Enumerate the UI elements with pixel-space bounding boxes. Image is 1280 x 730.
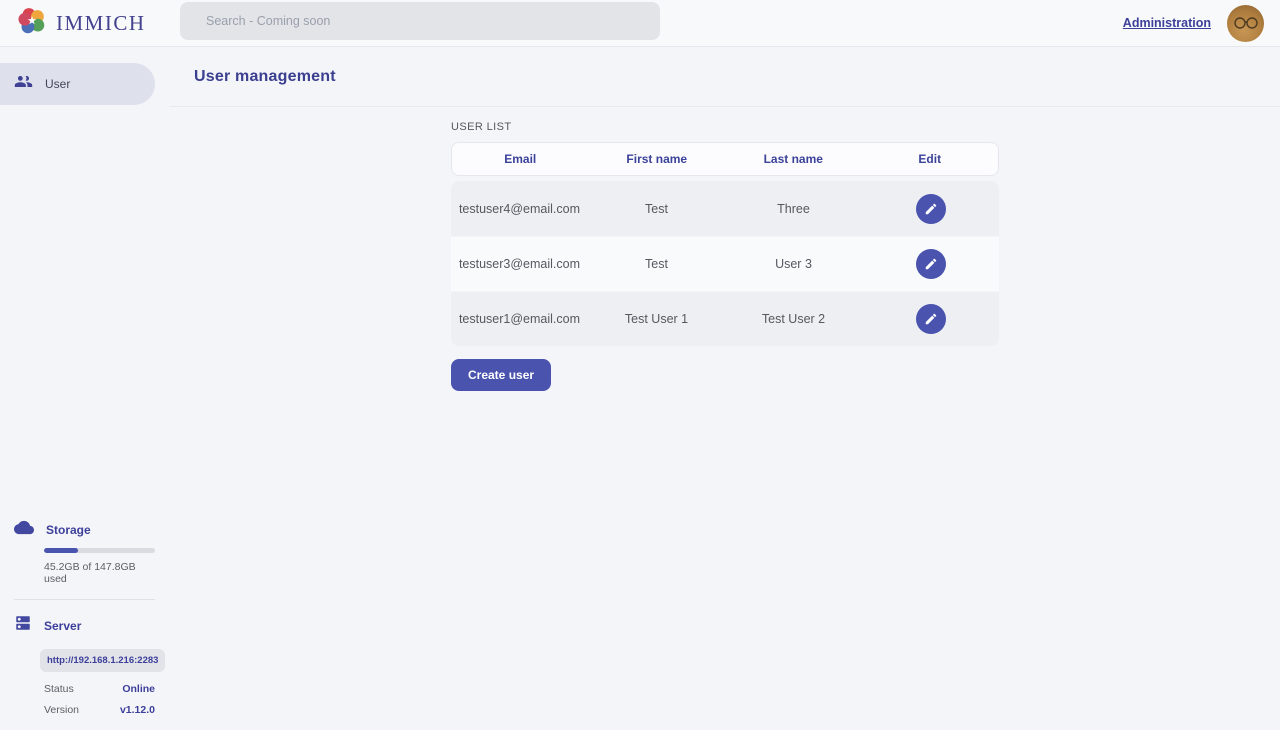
edit-user-button[interactable] — [916, 194, 946, 224]
administration-link[interactable]: Administration — [1123, 16, 1211, 30]
version-label: Version — [44, 704, 79, 716]
users-group-icon — [14, 72, 33, 96]
create-user-button[interactable]: Create user — [451, 359, 551, 391]
server-dns-icon — [14, 614, 32, 637]
server-title: Server — [44, 619, 81, 633]
cloud-icon — [14, 520, 34, 540]
immich-flower-icon — [16, 5, 48, 42]
page-header: User management — [170, 47, 1280, 107]
table-header: Email First name Last name Edit — [451, 142, 999, 176]
storage-progress-track — [44, 548, 155, 553]
status-value: Online — [122, 683, 155, 695]
sidebar: User Storage 45.2GB of 147.8GB used — [0, 47, 170, 730]
sidebar-divider — [14, 599, 155, 600]
storage-header: Storage — [14, 520, 155, 540]
cell-last-name: User 3 — [725, 257, 862, 271]
column-header-first-name: First name — [589, 152, 726, 166]
table-row: testuser3@email.com Test User 3 — [451, 236, 999, 291]
table-row: testuser4@email.com Test Three — [451, 181, 999, 236]
topbar-right: Administration — [1123, 5, 1264, 42]
cell-last-name: Three — [725, 202, 862, 216]
server-status-row: Status Online — [44, 683, 155, 695]
storage-title: Storage — [46, 523, 91, 537]
status-label: Status — [44, 683, 74, 695]
sidebar-bottom: Storage 45.2GB of 147.8GB used Server ht… — [0, 520, 155, 716]
top-bar: IMMICH Administration — [0, 0, 1280, 47]
cell-email: testuser3@email.com — [451, 257, 588, 271]
cell-first-name: Test — [588, 202, 725, 216]
cell-last-name: Test User 2 — [725, 312, 862, 326]
column-header-email: Email — [452, 152, 589, 166]
app-logo[interactable]: IMMICH — [16, 5, 146, 42]
user-list-section: USER LIST Email First name Last name Edi… — [451, 121, 999, 391]
version-value: v1.12.0 — [120, 704, 155, 716]
server-version-row: Version v1.12.0 — [44, 704, 155, 716]
page-title: User management — [194, 68, 336, 86]
pencil-icon — [924, 312, 938, 326]
sidebar-item-label: User — [45, 77, 70, 91]
server-header: Server — [14, 614, 155, 637]
column-header-last-name: Last name — [725, 152, 862, 166]
column-header-edit: Edit — [862, 152, 999, 166]
cell-email: testuser1@email.com — [451, 312, 588, 326]
storage-progress-fill — [44, 548, 78, 553]
cell-first-name: Test — [588, 257, 725, 271]
glasses-icon — [1233, 16, 1259, 30]
cell-first-name: Test User 1 — [588, 312, 725, 326]
pencil-icon — [924, 257, 938, 271]
server-url-badge: http://192.168.1.216:2283 — [40, 649, 165, 672]
pencil-icon — [924, 202, 938, 216]
storage-usage-text: 45.2GB of 147.8GB used — [44, 561, 155, 585]
cell-email: testuser4@email.com — [451, 202, 588, 216]
logo-text: IMMICH — [56, 11, 146, 36]
search-input[interactable] — [180, 2, 660, 40]
user-list-label: USER LIST — [451, 121, 999, 133]
main-content: User management USER LIST Email First na… — [170, 47, 1280, 730]
edit-user-button[interactable] — [916, 249, 946, 279]
user-table: testuser4@email.com Test Three testuser3… — [451, 181, 999, 346]
sidebar-item-user[interactable]: User — [0, 63, 155, 105]
user-avatar[interactable] — [1227, 5, 1264, 42]
edit-user-button[interactable] — [916, 304, 946, 334]
table-row: testuser1@email.com Test User 1 Test Use… — [451, 291, 999, 346]
